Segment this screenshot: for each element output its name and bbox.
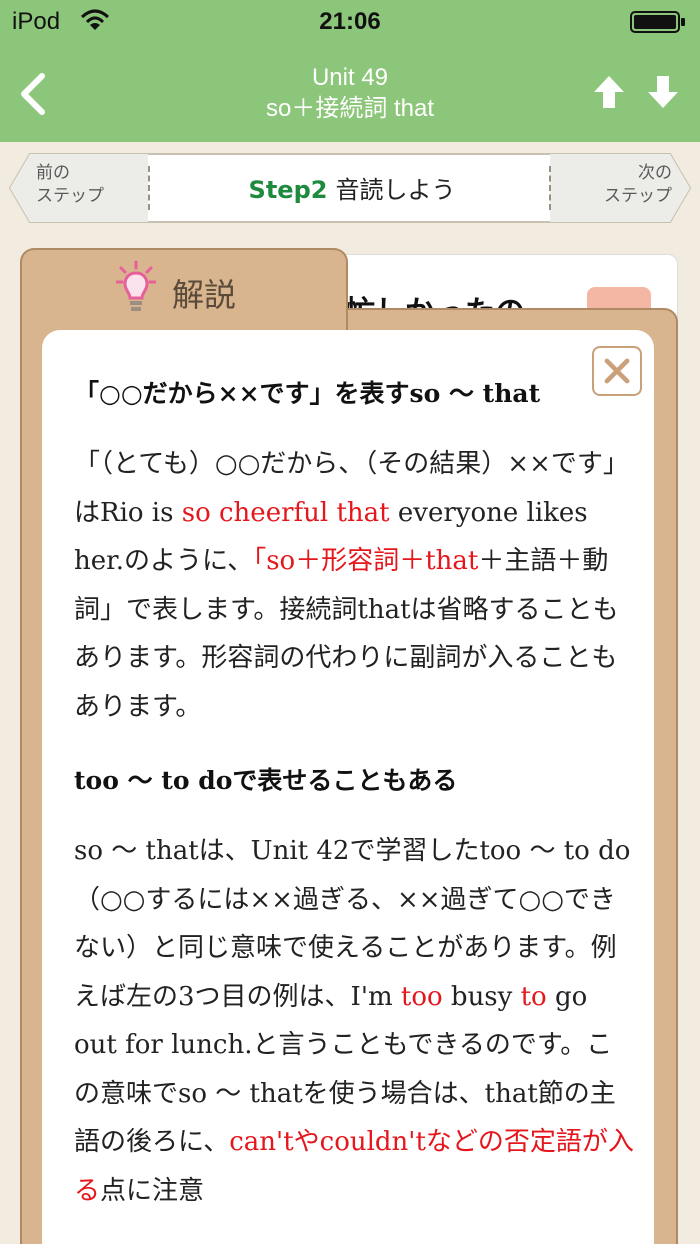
arrow-up-icon[interactable] — [592, 74, 626, 110]
next-step-line1: 次の — [638, 163, 672, 183]
explanation-text: 「○○だから××です」を表すso 〜 that 「（とても）○○だから、（その結… — [74, 374, 634, 1215]
next-step-button[interactable]: 次の ステップ — [562, 162, 672, 208]
explanation-content: 「○○だから××です」を表すso 〜 that 「（とても）○○だから、（その結… — [42, 330, 654, 1244]
divider — [148, 166, 150, 210]
paragraph: so 〜 thatは、Unit 42で学習したtoo 〜 to do（○○するに… — [74, 827, 634, 1215]
step-bar: 前の ステップ Step2 音読しよう 次の ステップ — [8, 152, 692, 224]
status-bar: iPod 21:06 — [0, 0, 700, 42]
divider — [549, 166, 551, 210]
arrow-down-icon[interactable] — [646, 74, 680, 110]
step-name: 音読しよう — [335, 176, 456, 204]
highlight-text: so cheerful that — [181, 497, 390, 528]
step-title: Step2 音読しよう — [158, 170, 546, 205]
battery-icon — [630, 11, 685, 33]
step-number: Step2 — [248, 176, 328, 204]
explanation-tab: 解説 — [20, 248, 348, 338]
section-heading: 「○○だから××です」を表すso 〜 that — [74, 379, 541, 408]
highlight-text: 「so＋形容詞＋that — [253, 546, 479, 576]
text-run: 点に注意 — [100, 1175, 205, 1206]
nav-bar: Unit 49 so＋接続詞 that — [0, 42, 700, 142]
text-run: busy — [442, 981, 521, 1012]
next-step-line2: ステップ — [604, 186, 672, 206]
nav-title: Unit 49 so＋接続詞 that — [150, 62, 550, 124]
unit-label: Unit 49 — [311, 64, 389, 91]
lightbulb-icon — [116, 260, 156, 311]
paragraph: 「（とても）○○だから、（その結果）××です」はRio is so cheerf… — [74, 440, 634, 731]
prev-step-button[interactable]: 前の ステップ — [36, 162, 146, 208]
back-chevron-icon[interactable] — [14, 70, 50, 118]
unit-topic: so＋接続詞 that — [265, 95, 435, 122]
highlight-text: too — [400, 981, 443, 1012]
prev-step-line1: 前の — [36, 163, 70, 183]
prev-step-line2: ステップ — [36, 186, 104, 206]
highlight-text: to — [520, 981, 547, 1012]
explanation-tab-label: 解説 — [172, 276, 237, 314]
section-heading: too 〜 to doで表せることもある — [74, 766, 458, 795]
status-time: 21:06 — [319, 8, 381, 35]
